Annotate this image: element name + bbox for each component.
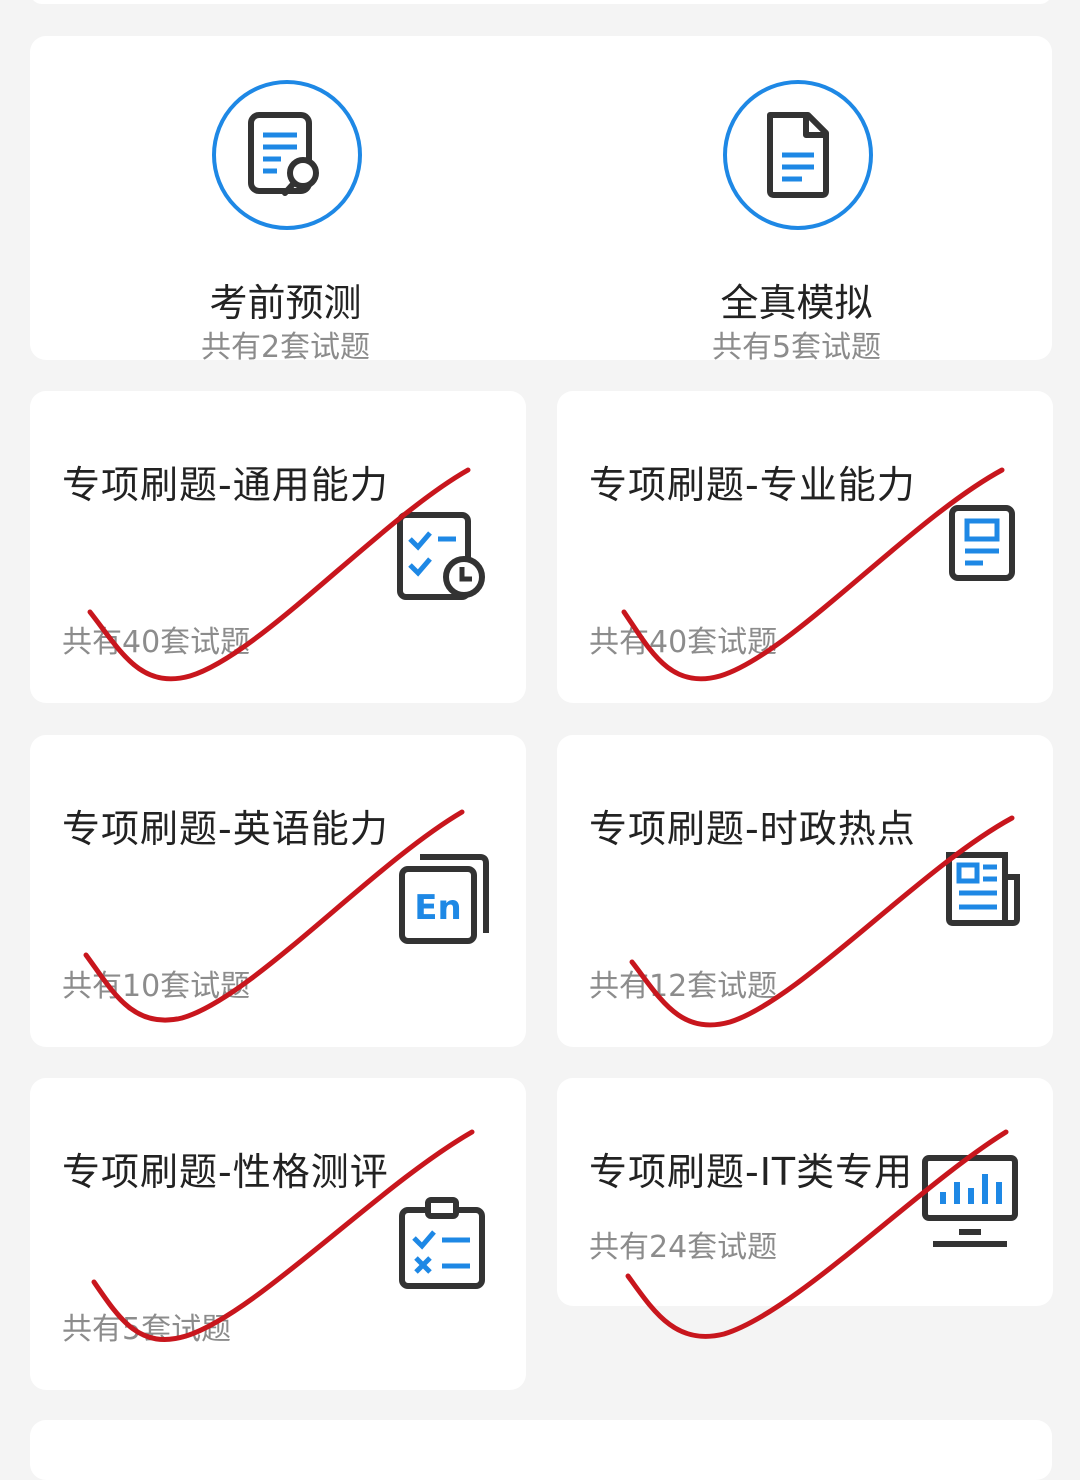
tile-title: 专项刷题-通用能力 xyxy=(62,463,389,507)
tile-english-ability[interactable]: 专项刷题-英语能力 共有10套试题 En xyxy=(30,735,526,1047)
english-icon: En xyxy=(396,849,492,953)
tile-count: 共有24套试题 xyxy=(589,1230,778,1265)
featured-title: 全真模拟 xyxy=(720,281,873,325)
document-text-icon xyxy=(947,503,1019,587)
english-icon-text: En xyxy=(414,888,461,928)
tile-count: 共有10套试题 xyxy=(62,969,251,1004)
tile-count: 共有40套试题 xyxy=(589,625,778,660)
featured-count: 共有2套试题 xyxy=(200,330,371,365)
newspaper-icon xyxy=(943,849,1023,933)
tile-professional-ability[interactable]: 专项刷题-专业能力 共有40套试题 xyxy=(557,391,1053,703)
tile-title: 专项刷题-英语能力 xyxy=(62,807,389,851)
document-search-icon xyxy=(211,80,362,230)
document-icon xyxy=(722,80,873,230)
featured-title: 考前预测 xyxy=(209,281,362,325)
featured-card: 考前预测 共有2套试题 全真模拟 共有5套试题 xyxy=(30,36,1052,365)
tile-personality-test[interactable]: 专项刷题-性格测评 共有5套试题 xyxy=(30,1078,526,1390)
checklist-clipboard-icon xyxy=(396,1196,488,1296)
top-card-partial xyxy=(30,0,1052,4)
tile-general-ability[interactable]: 专项刷题-通用能力 共有40套试题 xyxy=(30,391,526,703)
tile-title: 专项刷题-IT类专用 xyxy=(589,1150,914,1194)
tile-count: 共有40套试题 xyxy=(62,625,251,660)
tile-title: 专项刷题-时政热点 xyxy=(589,807,916,851)
full-mock-item[interactable]: 全真模拟 共有5套试题 xyxy=(541,36,1052,365)
checklist-clock-icon xyxy=(394,509,494,609)
tile-count: 共有5套试题 xyxy=(62,1312,232,1347)
exam-prediction-item[interactable]: 考前预测 共有2套试题 xyxy=(30,36,541,365)
tile-title: 专项刷题-性格测评 xyxy=(62,1150,389,1194)
tile-count: 共有12套试题 xyxy=(589,969,778,1004)
tile-it-specific[interactable]: 专项刷题-IT类专用 共有24套试题 xyxy=(557,1078,1053,1306)
featured-count: 共有5套试题 xyxy=(711,330,882,365)
tile-current-affairs[interactable]: 专项刷题-时政热点 共有12套试题 xyxy=(557,735,1053,1047)
bottom-card-partial xyxy=(30,1420,1052,1480)
monitor-chart-icon xyxy=(919,1152,1021,1256)
tile-title: 专项刷题-专业能力 xyxy=(589,463,916,507)
